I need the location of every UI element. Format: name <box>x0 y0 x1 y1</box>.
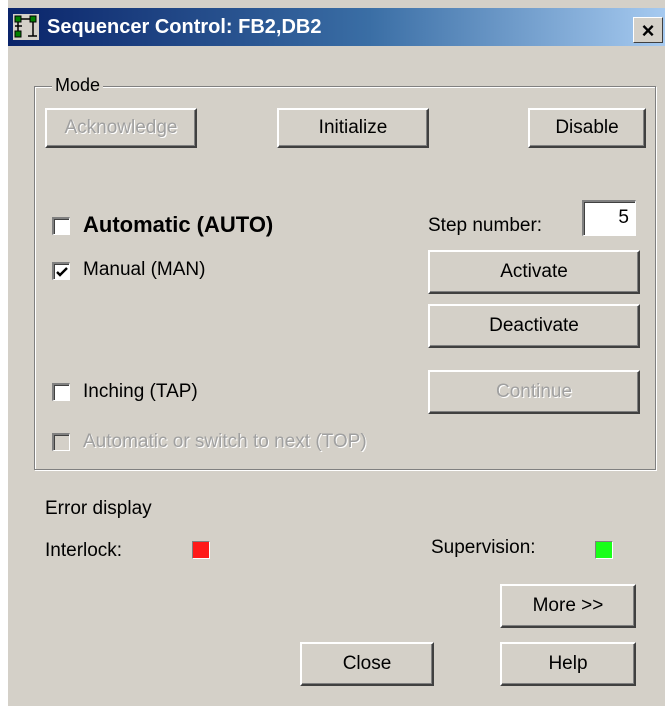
top-label: Automatic or switch to next (TOP) <box>83 431 367 452</box>
activate-button[interactable]: Activate <box>428 250 640 294</box>
step-number-label: Step number: <box>428 215 543 236</box>
top-checkbox[interactable] <box>52 433 70 451</box>
step-number-input[interactable]: 5 <box>582 200 636 236</box>
manual-checkbox[interactable] <box>52 262 70 280</box>
continue-button[interactable]: Continue <box>428 370 640 414</box>
sequencer-control-window: Sequencer Control: FB2,DB2 × Mode Acknow… <box>8 0 665 706</box>
interlock-indicator <box>192 541 210 559</box>
sequencer-icon <box>13 14 39 40</box>
error-display-heading: Error display <box>45 498 152 519</box>
title-bar[interactable]: Sequencer Control: FB2,DB2 × <box>8 8 665 46</box>
more-button[interactable]: More >> <box>500 584 636 628</box>
acknowledge-button[interactable]: Acknowledge <box>45 108 197 148</box>
close-window-button[interactable]: × <box>633 17 663 43</box>
manual-label: Manual (MAN) <box>83 259 206 280</box>
supervision-label: Supervision: <box>431 537 536 558</box>
supervision-indicator <box>595 541 613 559</box>
help-button[interactable]: Help <box>500 642 636 686</box>
inching-label: Inching (TAP) <box>83 381 198 402</box>
checkmark-icon <box>56 267 68 277</box>
close-button[interactable]: Close <box>300 642 434 686</box>
inching-checkbox[interactable] <box>52 383 70 401</box>
window-title: Sequencer Control: FB2,DB2 <box>47 16 322 38</box>
interlock-label: Interlock: <box>45 540 123 561</box>
automatic-label: Automatic (AUTO) <box>83 212 274 237</box>
close-icon: × <box>641 18 655 43</box>
mode-group-label: Mode <box>52 75 104 96</box>
automatic-checkbox[interactable] <box>52 217 70 235</box>
deactivate-button[interactable]: Deactivate <box>428 304 640 348</box>
initialize-button[interactable]: Initialize <box>277 108 429 148</box>
disable-button[interactable]: Disable <box>528 108 646 148</box>
